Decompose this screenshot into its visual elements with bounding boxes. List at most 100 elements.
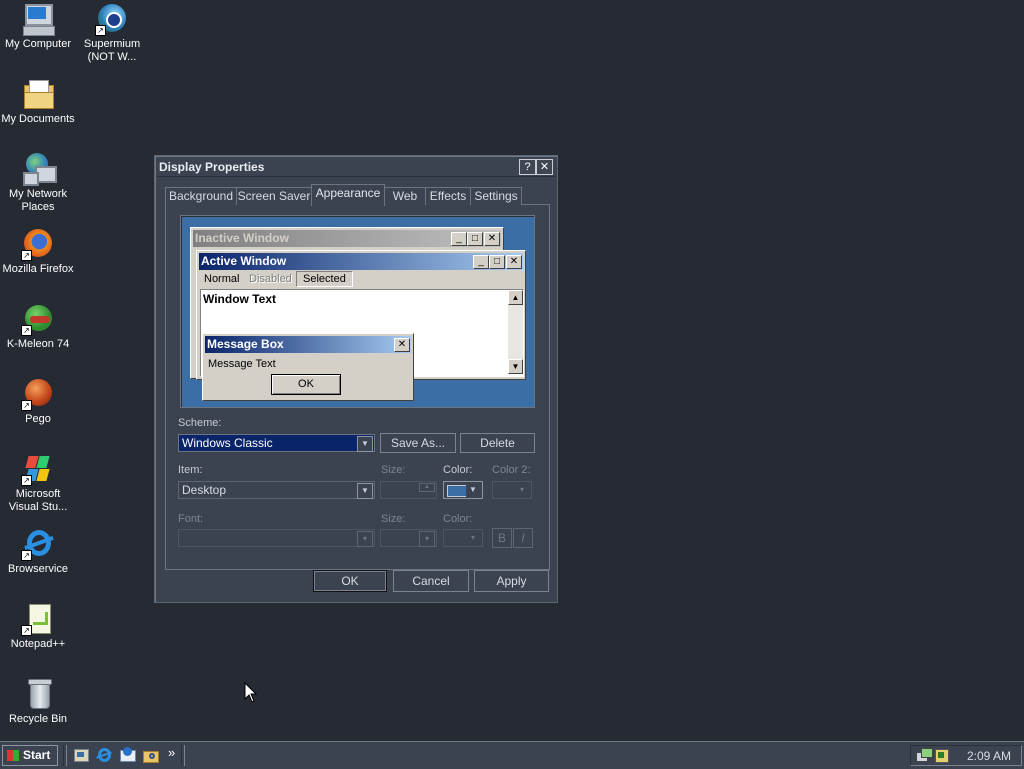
italic-button: I xyxy=(513,528,533,548)
preview-ok-button: OK xyxy=(271,374,341,395)
desktop-icon-label: K-Meleon 74 xyxy=(6,338,70,350)
shortcut-arrow-icon: ↗ xyxy=(21,550,32,561)
chevron-down-icon: ▾ xyxy=(515,483,529,497)
windows-logo-icon xyxy=(7,750,19,761)
desktop-icon-label: My Documents xyxy=(1,113,75,125)
font-label: Font: xyxy=(178,513,204,525)
scheme-dropdown[interactable]: Windows Classic ▼ xyxy=(178,434,375,452)
desktop-icon-label: Browservice xyxy=(8,563,68,575)
chevron-down-icon: ▼ xyxy=(357,483,373,499)
shortcut-arrow-icon: ↗ xyxy=(21,250,32,261)
dialog-title: Display Properties xyxy=(159,160,265,174)
close-icon: ✕ xyxy=(539,161,550,173)
chevron-down-icon: ▾ xyxy=(419,531,435,547)
scroll-up-icon: ▲ xyxy=(508,290,523,305)
shortcut-arrow-icon: ↗ xyxy=(21,625,32,636)
taskbar-separator xyxy=(181,745,185,766)
item-color-label: Color: xyxy=(443,464,473,476)
desktop-icon-pego[interactable]: ↗ Pego xyxy=(0,377,76,426)
taskbar-separator xyxy=(63,745,67,766)
save-as-button[interactable]: Save As... xyxy=(380,433,456,453)
bold-button: B xyxy=(492,528,512,548)
clock[interactable]: 2:09 AM xyxy=(967,749,1011,763)
preview-scrollbar: ▲ ▼ xyxy=(508,290,523,374)
desktop-icon-mozilla-firefox[interactable]: ↗ Mozilla Firefox xyxy=(0,227,76,276)
preview-message-box: Message Box ✕ Message Text OK xyxy=(202,333,414,401)
menu-selected: Selected xyxy=(296,271,353,287)
appearance-preview[interactable]: Inactive Window _ □ ✕ Active Window _ □ … xyxy=(180,215,535,408)
item-color2-label: Color 2: xyxy=(492,464,531,476)
item-label: Item: xyxy=(178,464,203,476)
apply-button[interactable]: Apply xyxy=(474,570,549,592)
tab-settings[interactable]: Settings xyxy=(470,187,522,205)
desktop-icon-browservice[interactable]: ↗ Browservice xyxy=(0,527,76,576)
desktop-icon-label: Notepad++ xyxy=(10,638,66,650)
desktop-icon-supermium[interactable]: ↗ Supermium (NOT W... xyxy=(74,2,150,64)
windows-explorer-icon[interactable] xyxy=(142,747,159,763)
item-dropdown[interactable]: Desktop ▼ xyxy=(178,481,375,499)
help-button[interactable]: ? xyxy=(519,159,536,175)
desktop-icon-label: Microsoft Visual Stu... xyxy=(8,488,68,513)
desktop-icon-my-documents[interactable]: My Documents xyxy=(0,77,76,126)
tab-screen-saver[interactable]: Screen Saver xyxy=(236,187,312,205)
internet-explorer-icon[interactable] xyxy=(96,747,112,763)
ok-button[interactable]: OK xyxy=(313,570,387,592)
internet-explorer-icon: ↗ xyxy=(21,527,55,561)
spin-up-icon: ▲ xyxy=(419,483,435,492)
item-value: Desktop xyxy=(182,483,227,497)
font-color-label: Color: xyxy=(443,513,473,525)
desktop-icon-my-computer[interactable]: My Computer xyxy=(0,2,76,51)
desktop-icon-visual-studio[interactable]: ↗ Microsoft Visual Stu... xyxy=(0,452,76,514)
desktop-icon-k-meleon[interactable]: ↗ K-Meleon 74 xyxy=(0,302,76,351)
tab-background[interactable]: Background xyxy=(165,187,237,205)
folder-documents-icon xyxy=(21,77,55,111)
desktop-icon-label: My Network Places xyxy=(8,188,68,213)
item-color2-picker: ▾ xyxy=(492,481,532,499)
tab-web[interactable]: Web xyxy=(384,187,426,205)
scroll-down-icon: ▼ xyxy=(508,359,523,374)
font-size-dropdown: ▾ xyxy=(380,529,437,547)
desktop-icon-notepad-plus-plus[interactable]: ↗ Notepad++ xyxy=(0,602,76,651)
desktop-icon-label: Mozilla Firefox xyxy=(2,263,74,275)
notepad-plus-plus-icon: ↗ xyxy=(21,602,55,636)
close-icon: ✕ xyxy=(484,232,500,246)
shortcut-arrow-icon: ↗ xyxy=(21,475,32,486)
item-color-picker[interactable]: ▼ xyxy=(443,481,483,499)
menu-disabled: Disabled xyxy=(249,273,292,285)
preview-window-text: Window Text xyxy=(203,292,276,306)
desktop-icon-my-network-places[interactable]: My Network Places xyxy=(0,152,76,214)
tab-appearance[interactable]: Appearance xyxy=(311,184,385,206)
cancel-button[interactable]: Cancel xyxy=(393,570,469,592)
start-button[interactable]: Start xyxy=(2,745,58,766)
maximize-icon: □ xyxy=(489,255,505,269)
desktop-icon-recycle-bin[interactable]: Recycle Bin xyxy=(0,677,76,726)
item-size-label: Size: xyxy=(381,464,406,476)
recycle-bin-icon xyxy=(21,677,55,711)
network-icon xyxy=(21,152,57,186)
help-icon: ? xyxy=(524,161,531,173)
show-desktop-icon[interactable] xyxy=(73,747,89,763)
delete-button[interactable]: Delete xyxy=(460,433,535,453)
chevron-down-icon: ▾ xyxy=(466,531,480,545)
supermium-icon: ↗ xyxy=(95,2,129,36)
shortcut-arrow-icon: ↗ xyxy=(95,25,106,36)
tab-effects[interactable]: Effects xyxy=(425,187,471,205)
desktop-icon-label: Recycle Bin xyxy=(8,713,68,725)
chevron-down-icon: ▼ xyxy=(466,483,480,497)
quick-launch-chevron[interactable]: » xyxy=(168,745,175,760)
dialog-titlebar[interactable]: Display Properties ? ✕ xyxy=(157,158,555,177)
close-icon: ✕ xyxy=(394,338,410,352)
start-label: Start xyxy=(23,748,51,762)
k-meleon-icon: ↗ xyxy=(21,302,55,336)
display-properties-dialog: Display Properties ? ✕ Background Screen… xyxy=(154,155,558,603)
outlook-express-icon[interactable] xyxy=(119,747,136,763)
close-button[interactable]: ✕ xyxy=(536,159,553,175)
desktop-icon-label: Supermium (NOT W... xyxy=(83,38,141,63)
volume-tray-icon[interactable] xyxy=(934,748,949,763)
network-tray-icon[interactable] xyxy=(916,748,933,762)
chevron-down-icon: ▾ xyxy=(357,531,373,547)
minimize-icon: _ xyxy=(451,232,467,246)
menu-normal: Normal xyxy=(204,273,240,285)
font-dropdown: ▾ xyxy=(178,529,375,547)
shortcut-arrow-icon: ↗ xyxy=(21,400,32,411)
